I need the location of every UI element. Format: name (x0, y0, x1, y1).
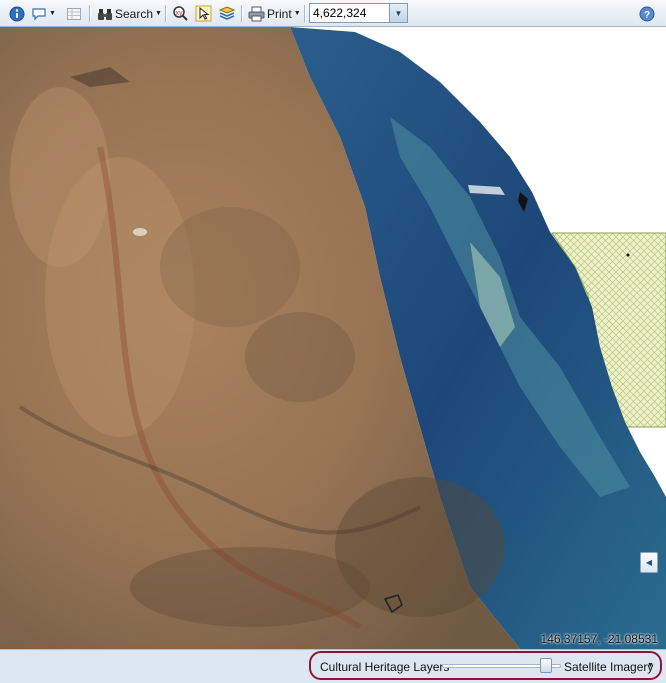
help-button[interactable]: ? (639, 4, 655, 23)
binoculars-icon (98, 8, 112, 20)
layers-button[interactable] (218, 4, 236, 23)
toolbar-separator (241, 5, 243, 22)
measure-icon: xy (173, 6, 188, 21)
help-icon: ? (639, 6, 655, 21)
chevron-left-icon: ◀ (645, 558, 653, 567)
search-label: Search (115, 6, 154, 21)
printer-icon (248, 6, 265, 21)
attribute-table-button[interactable] (66, 4, 82, 23)
map-view[interactable]: 146.37157, -21.08531 ◀ (0, 27, 666, 649)
select-cursor-icon (195, 5, 212, 22)
toolbar-separator (165, 5, 167, 22)
chevron-down-icon: ▼ (49, 10, 56, 17)
scale-dropdown-button[interactable]: ▼ (389, 4, 407, 22)
speech-bubble-icon (32, 7, 46, 20)
scale-input[interactable] (310, 4, 396, 22)
select-button[interactable] (195, 4, 212, 23)
svg-text:xy: xy (176, 10, 184, 17)
table-icon (67, 7, 81, 20)
info-icon (9, 6, 25, 21)
scale-combobox[interactable]: ▼ (309, 3, 408, 23)
status-bar: Cultural Heritage Layers Satellite Image… (0, 649, 666, 683)
print-button[interactable]: Print ▼ (248, 4, 301, 23)
layer-swipe-slider-thumb[interactable] (540, 658, 552, 673)
svg-text:?: ? (644, 10, 650, 21)
comment-button[interactable]: ▼ (31, 4, 56, 23)
cursor-coordinates: 146.37157, -21.08531 (540, 632, 658, 646)
chevron-down-icon[interactable]: ▼ (647, 662, 654, 669)
toolbar-separator (304, 5, 306, 22)
chevron-down-icon: ▼ (394, 8, 403, 18)
layers-icon (218, 6, 236, 20)
left-layer-label: Cultural Heritage Layers (320, 660, 450, 674)
chevron-down-icon: ▼ (293, 10, 301, 17)
panel-expand-button[interactable]: ◀ (640, 552, 658, 573)
search-button[interactable]: Search ▼ (97, 4, 162, 23)
satellite-imagery (0, 27, 666, 649)
right-layer-dropdown[interactable]: Satellite Imagery (564, 660, 653, 674)
toolbar-separator (89, 5, 91, 22)
chevron-down-icon: ▼ (155, 10, 162, 17)
measure-button[interactable]: xy (172, 4, 189, 23)
info-button[interactable] (9, 4, 25, 23)
layer-swipe-control: Cultural Heritage Layers Satellite Image… (309, 651, 662, 680)
map-toolbar: ▼ Search ▼ xy Print ▼ 4,622,324 ▼ ? (0, 0, 666, 27)
print-label: Print (267, 6, 292, 21)
